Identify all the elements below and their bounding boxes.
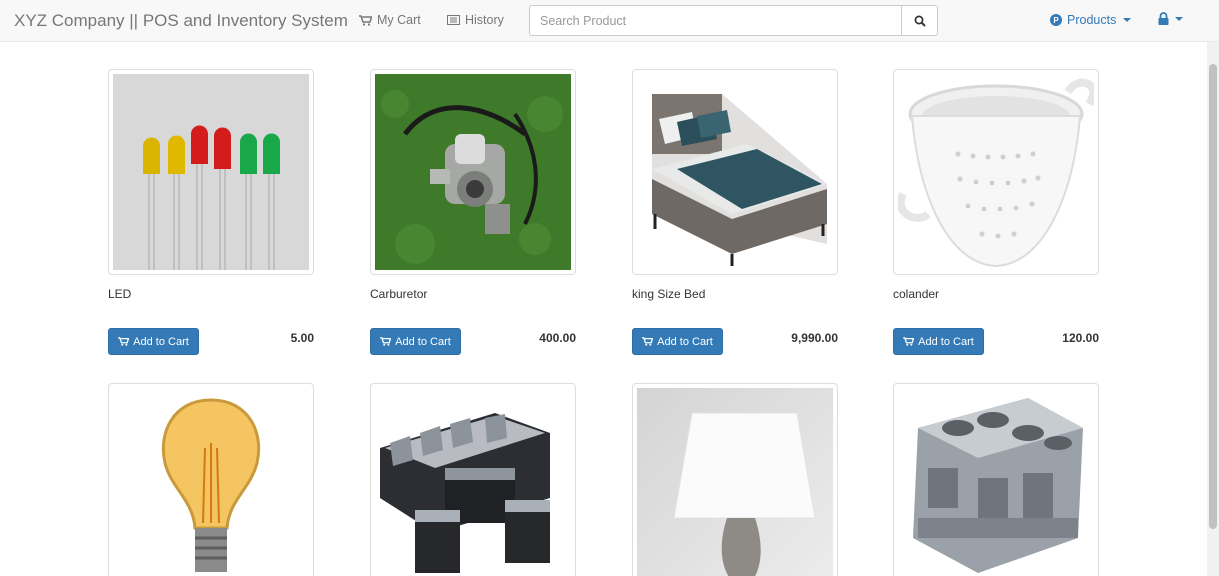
product-card bbox=[893, 383, 1099, 576]
product-card: colander Add to Cart 120.00 bbox=[893, 69, 1099, 355]
bed-image bbox=[637, 74, 833, 270]
history-link[interactable]: History bbox=[447, 13, 504, 27]
lock-icon bbox=[1158, 12, 1169, 25]
cart-icon bbox=[118, 337, 130, 346]
add-to-cart-label: Add to Cart bbox=[657, 335, 713, 348]
chevron-down-icon bbox=[1123, 18, 1132, 22]
product-card bbox=[108, 383, 314, 576]
history-label: History bbox=[465, 13, 504, 27]
add-to-cart-button[interactable]: Add to Cart bbox=[108, 328, 199, 355]
product-image-frame[interactable] bbox=[893, 383, 1099, 576]
product-card bbox=[370, 383, 576, 576]
products-dropdown[interactable]: P Products bbox=[1050, 13, 1132, 27]
carburetor-image bbox=[375, 74, 571, 270]
cart-icon bbox=[359, 14, 372, 26]
product-image-frame[interactable] bbox=[893, 69, 1099, 275]
add-to-cart-button[interactable]: Add to Cart bbox=[893, 328, 984, 355]
engine-block-image bbox=[898, 388, 1094, 576]
product-card: king Size Bed Add to Cart 9,990.00 bbox=[632, 69, 838, 355]
product-image-frame[interactable] bbox=[108, 383, 314, 576]
product-price: 9,990.00 bbox=[791, 331, 838, 345]
led-lights-image bbox=[113, 74, 309, 270]
add-to-cart-label: Add to Cart bbox=[395, 335, 451, 348]
search-icon bbox=[914, 15, 926, 27]
product-name: king Size Bed bbox=[632, 287, 706, 301]
search-button[interactable] bbox=[901, 5, 938, 36]
product-image-frame[interactable] bbox=[632, 69, 838, 275]
add-to-cart-label: Add to Cart bbox=[918, 335, 974, 348]
cart-icon bbox=[380, 337, 392, 346]
brand-title[interactable]: XYZ Company || POS and Inventory System bbox=[14, 11, 348, 31]
product-card: Carburetor Add to Cart 400.00 bbox=[370, 69, 576, 355]
product-name: colander bbox=[893, 287, 940, 301]
table-lamp-image bbox=[637, 388, 833, 576]
product-image-frame[interactable] bbox=[370, 383, 576, 576]
colander-image bbox=[898, 74, 1094, 270]
cart-icon bbox=[903, 337, 915, 346]
chevron-down-icon bbox=[1175, 16, 1183, 21]
products-label: Products bbox=[1067, 13, 1117, 27]
product-hunt-icon: P bbox=[1050, 14, 1062, 26]
light-bulb-image bbox=[113, 388, 309, 576]
add-to-cart-label: Add to Cart bbox=[133, 335, 189, 348]
product-price: 5.00 bbox=[290, 331, 314, 345]
my-cart-label: My Cart bbox=[377, 13, 421, 27]
vertical-scrollbar[interactable] bbox=[1207, 42, 1219, 576]
list-icon bbox=[447, 15, 460, 25]
product-price: 400.00 bbox=[539, 331, 576, 345]
cart-icon bbox=[642, 337, 654, 346]
product-name: Carburetor bbox=[370, 287, 428, 301]
account-dropdown[interactable] bbox=[1157, 12, 1183, 25]
product-name: LED bbox=[108, 287, 132, 301]
product-card: LED Add to Cart 5.00 bbox=[108, 69, 314, 355]
sofa-set-image bbox=[375, 388, 571, 576]
my-cart-link[interactable]: My Cart bbox=[359, 13, 421, 27]
search-input[interactable] bbox=[529, 5, 902, 36]
product-image-frame[interactable] bbox=[632, 383, 838, 576]
add-to-cart-button[interactable]: Add to Cart bbox=[370, 328, 461, 355]
top-navbar: XYZ Company || POS and Inventory System … bbox=[0, 0, 1219, 42]
product-price: 120.00 bbox=[1062, 331, 1099, 345]
add-to-cart-button[interactable]: Add to Cart bbox=[632, 328, 723, 355]
product-image-frame[interactable] bbox=[108, 69, 314, 275]
product-card bbox=[632, 383, 838, 576]
scrollbar-thumb[interactable] bbox=[1209, 64, 1217, 529]
product-image-frame[interactable] bbox=[370, 69, 576, 275]
